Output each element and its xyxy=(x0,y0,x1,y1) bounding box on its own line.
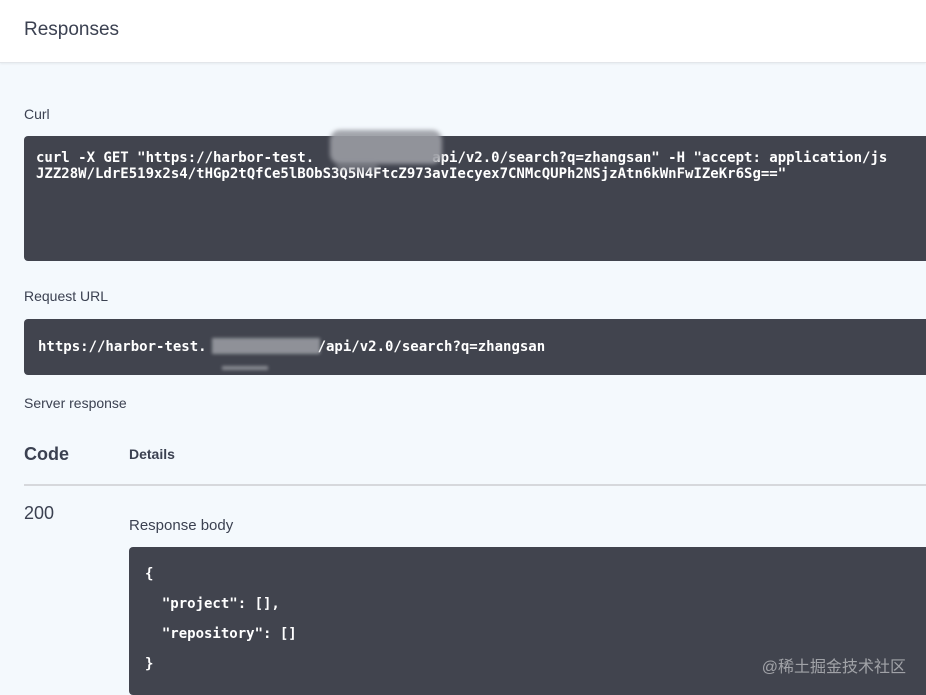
response-body-line: "project": [], xyxy=(145,596,280,612)
curl-line-1-start: curl -X GET "https://harbor-test. xyxy=(36,150,315,166)
curl-line-1-end: api/v2.0/search?q=zhangsan" -H "accept: … xyxy=(432,150,888,166)
responses-header: Responses xyxy=(0,0,926,63)
response-body-label: Response body xyxy=(129,517,234,534)
details-column-header: Details xyxy=(129,446,175,462)
request-url-redaction xyxy=(212,338,320,354)
response-body-line: { xyxy=(145,566,154,582)
request-url-redaction-tail xyxy=(222,366,268,370)
response-table-divider xyxy=(24,484,926,486)
request-url-start: https://harbor-test. xyxy=(38,339,207,355)
server-response-label: Server response xyxy=(24,395,127,411)
curl-redaction xyxy=(330,130,442,164)
curl-line-1: curl -X GET "https://harbor-test. api/v2.… xyxy=(36,150,926,166)
request-url-block[interactable]: https://harbor-test. /api/v2.0/search?q=z… xyxy=(24,319,926,375)
response-status-code: 200 xyxy=(24,503,55,523)
watermark: @稀土掘金技术社区 xyxy=(761,659,906,676)
responses-title: Responses xyxy=(24,19,120,40)
curl-line-2: JZZ28W/LdrE519x2s4/tHGp2tQfCe5lBObS3Q5N4… xyxy=(36,166,787,182)
curl-label: Curl xyxy=(24,106,50,122)
request-url-end: /api/v2.0/search?q=zhangsan xyxy=(317,339,546,355)
request-url-label: Request URL xyxy=(24,288,109,304)
curl-code-block[interactable]: curl -X GET "https://harbor-test. api/v2.… xyxy=(24,136,926,261)
request-url-text: https://harbor-test. /api/v2.0/search?q=z… xyxy=(38,339,926,355)
code-column-header: Code xyxy=(24,444,69,464)
response-body-line: "repository": [] xyxy=(145,626,297,642)
curl-redaction-tail xyxy=(336,163,378,171)
